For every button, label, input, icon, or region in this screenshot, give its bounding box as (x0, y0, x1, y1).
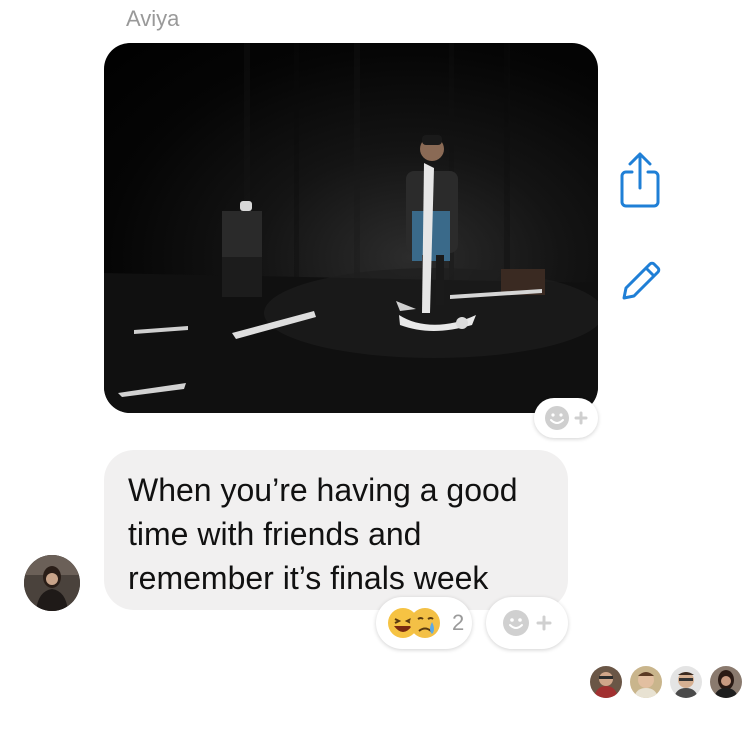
avatar-image (590, 666, 622, 698)
smiley-plus-icon (503, 610, 552, 636)
add-reaction-button[interactable] (486, 597, 568, 649)
sender-name: Aviya (126, 6, 180, 31)
message-line: When you’re having a good (128, 472, 518, 508)
share-icon[interactable] (618, 150, 662, 210)
read-receipt-avatar (590, 666, 622, 698)
read-receipt-avatar (670, 666, 702, 698)
stage-photo (104, 43, 598, 413)
smiley-plus-icon (545, 406, 588, 430)
edit-icon[interactable] (618, 256, 664, 304)
avatar-image (710, 666, 742, 698)
message-line: remember it’s finals week (128, 560, 489, 596)
photo-message[interactable] (104, 43, 598, 413)
avatar-image (24, 555, 80, 611)
avatar-image (630, 666, 662, 698)
sender-avatar[interactable] (24, 555, 80, 611)
laughing-face-icon (388, 608, 440, 638)
text-message-bubble[interactable]: When you’re having a good time with frie… (104, 450, 568, 610)
read-receipt-avatar (710, 666, 742, 698)
message-line: time with friends and (128, 516, 422, 552)
avatar-image (670, 666, 702, 698)
add-reaction-button[interactable] (534, 398, 598, 438)
read-receipt-avatar (630, 666, 662, 698)
reaction-summary[interactable]: 2 (376, 597, 472, 649)
reaction-count: 2 (452, 610, 465, 635)
